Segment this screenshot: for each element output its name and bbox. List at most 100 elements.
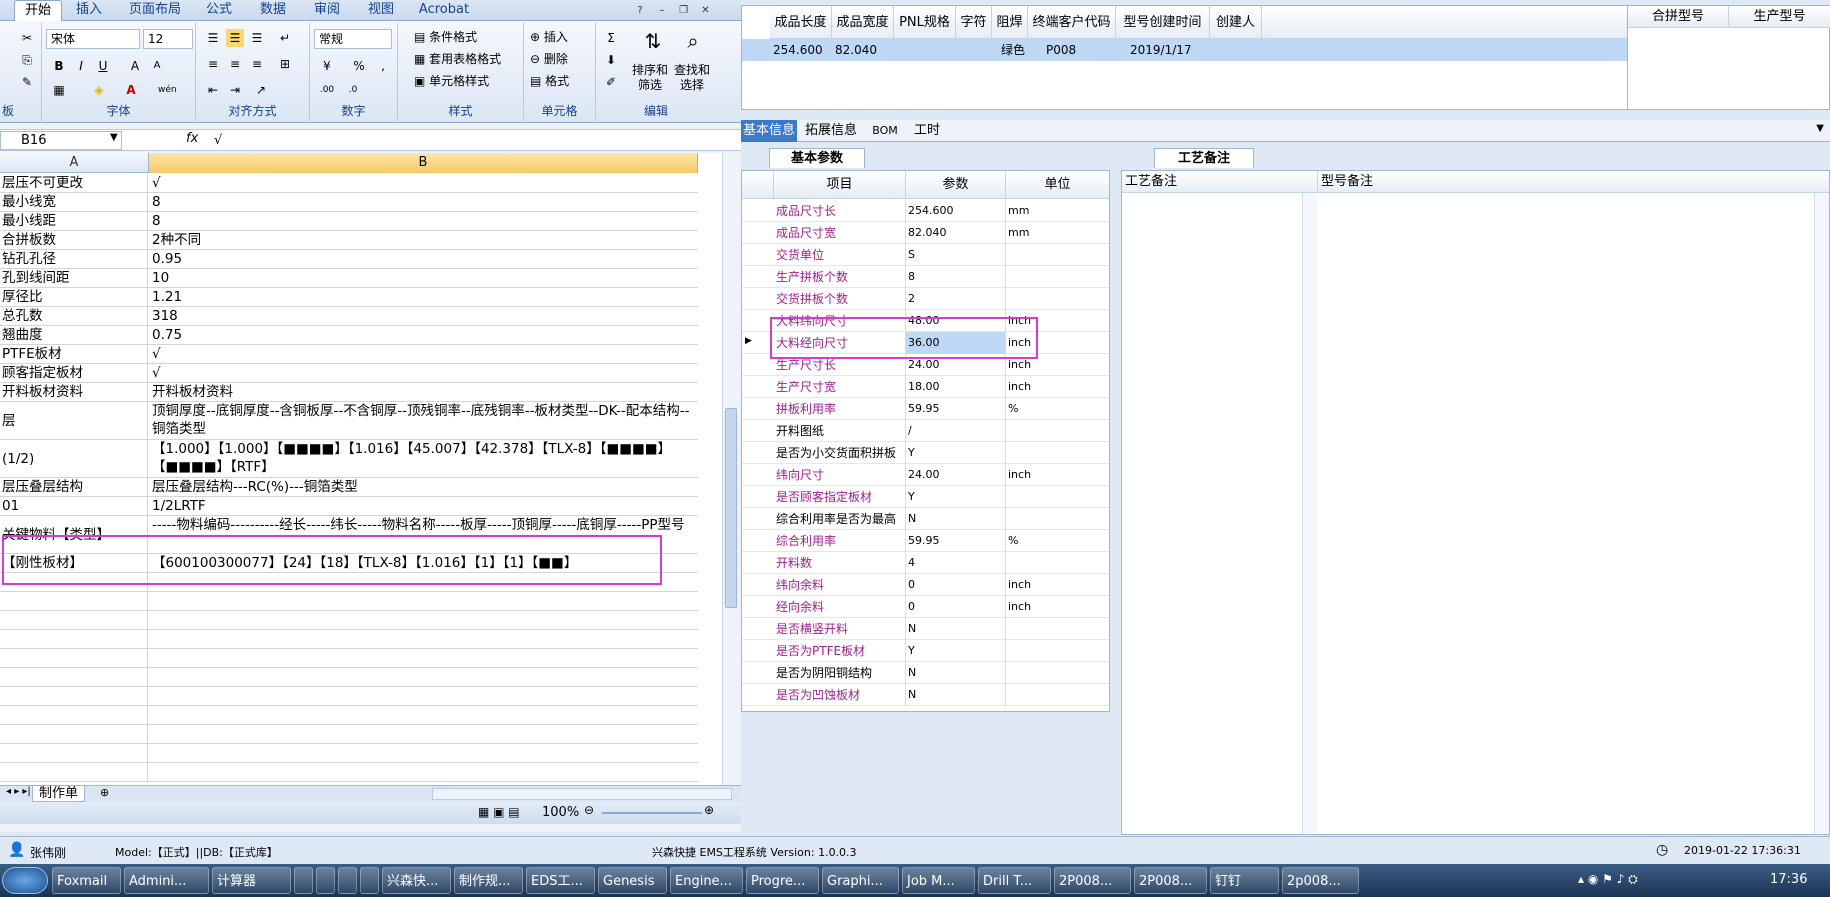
col-finished-length[interactable]: 成品长度 (770, 6, 832, 39)
align-left-icon[interactable]: ≡ (204, 55, 222, 73)
param-value[interactable]: 82.040 (906, 222, 1006, 244)
tab-basic-info[interactable]: 基本信息 (741, 120, 797, 142)
param-row[interactable]: 综合利用率是否为最高 N (742, 508, 1109, 530)
chevron-down-icon[interactable]: ▼ (110, 132, 118, 143)
cell-a[interactable] (0, 687, 148, 705)
table-row[interactable]: 总孔数 318 (0, 307, 698, 326)
format-painter-icon[interactable]: ✎ (18, 73, 36, 91)
table-row[interactable]: 顾客指定板材 √ (0, 364, 698, 383)
cell-a[interactable] (0, 573, 148, 591)
table-row[interactable]: (1/2) 【1.000】【1.000】【■■■■】【1.016】【45.007】… (0, 440, 698, 478)
param-row[interactable]: 成品尺寸宽 82.040 mm (742, 222, 1109, 244)
param-value[interactable]: N (906, 684, 1006, 706)
cell-b[interactable]: 10 (150, 269, 698, 287)
param-row[interactable]: 是否为阴阳铜结构 N (742, 662, 1109, 684)
col-finished-width[interactable]: 成品宽度 (832, 6, 894, 39)
table-format-button[interactable]: ▦ 套用表格格式 (414, 50, 501, 68)
cell-a[interactable]: 总孔数 (0, 307, 148, 325)
cell-a[interactable]: 最小线宽 (0, 193, 148, 211)
param-row[interactable]: 是否横竖开料 N (742, 618, 1109, 640)
empty-row[interactable] (0, 573, 698, 592)
format-cells-button[interactable]: ▤ 格式 (530, 72, 569, 90)
tab-formulas[interactable]: 公式 (198, 0, 240, 21)
cell-a[interactable]: 钻孔孔径 (0, 250, 148, 268)
tab-acrobat[interactable]: Acrobat (414, 0, 474, 21)
taskbar-item[interactable]: Engine... (670, 867, 743, 894)
taskbar-item[interactable]: Graphi... (822, 867, 899, 894)
cell-styles-button[interactable]: ▣ 单元格样式 (414, 72, 489, 90)
scrollbar-thumb[interactable] (725, 408, 737, 608)
column-header-b[interactable]: B (149, 153, 698, 173)
decrease-font-icon[interactable]: A (148, 57, 166, 75)
cell-b[interactable]: √ (150, 364, 698, 382)
tab-process-notes[interactable]: 工艺备注 (1154, 148, 1254, 168)
param-value[interactable]: N (906, 662, 1006, 684)
cell-a[interactable] (0, 611, 148, 629)
cell-a[interactable]: 01 (0, 497, 148, 515)
font-name-dropdown[interactable]: 宋体 (46, 29, 140, 49)
currency-icon[interactable]: ¥ (318, 57, 336, 75)
empty-row[interactable] (0, 744, 698, 763)
cell-b[interactable]: 层压叠层结构---RC(%)---铜箔类型 (150, 478, 698, 496)
tab-work-hours[interactable]: 工时 (909, 120, 945, 142)
tab-page-layout[interactable]: 页面布局 (124, 0, 186, 21)
copy-icon[interactable]: ⎘ (18, 51, 36, 69)
taskbar-item[interactable] (294, 867, 313, 894)
cell-b[interactable]: 2种不同 (150, 231, 698, 249)
param-value[interactable]: 59.95 (906, 398, 1006, 420)
table-row[interactable]: 开料板材资料 开料板材资料 (0, 383, 698, 402)
tab-basic-params[interactable]: 基本参数 (769, 148, 865, 168)
cell-b[interactable]: 【1.000】【1.000】【■■■■】【1.016】【45.007】【42.3… (150, 440, 698, 477)
col-param[interactable]: 参数 (906, 171, 1006, 199)
col-merge-model[interactable]: 合拼型号 (1628, 6, 1729, 28)
taskbar-item[interactable] (360, 867, 379, 894)
borders-icon[interactable]: ▦ (50, 81, 68, 99)
increase-decimal-icon[interactable]: .00 (318, 81, 336, 99)
autosum-icon[interactable]: Σ (602, 29, 620, 47)
cut-icon[interactable]: ✂ (18, 29, 36, 47)
minimize-icon[interactable]: – (653, 4, 671, 19)
function-icon[interactable]: fx (186, 131, 198, 146)
find-select-button[interactable]: 查找和 选择 (674, 63, 710, 93)
table-row[interactable]: 合拼板数 2种不同 (0, 231, 698, 250)
sheet-tab[interactable]: 制作单 (32, 786, 86, 802)
param-row[interactable]: 交货单位 S (742, 244, 1109, 266)
param-value[interactable]: 59.95 (906, 530, 1006, 552)
cell-b[interactable]: 0.95 (150, 250, 698, 268)
close-icon[interactable]: ✕ (696, 4, 714, 19)
bold-icon[interactable]: B (50, 57, 68, 75)
conditional-format-button[interactable]: ▤ 条件格式 (414, 28, 477, 46)
table-row[interactable]: 层顶铜厚度--底铜厚度--含铜板厚--不含铜厚--顶残铜率--底残铜率--板材类… (0, 402, 698, 440)
tab-view[interactable]: 视图 (360, 0, 402, 21)
table-row[interactable]: 【刚性板材】 【600100300077】【24】【18】【TLX-8】【1.01… (0, 554, 698, 573)
taskbar-item[interactable]: 2p008... (1282, 867, 1359, 894)
col-item[interactable]: 项目 (774, 171, 906, 199)
name-box[interactable]: B16 (0, 131, 122, 150)
column-header-a[interactable]: A (0, 153, 149, 173)
formula-input[interactable]: √ (210, 131, 720, 150)
cell-a[interactable]: 【刚性板材】 (0, 554, 148, 572)
col-model-notes[interactable]: 型号备注 (1318, 171, 1829, 193)
taskbar-item[interactable]: EDS工... (526, 867, 595, 894)
cell-a[interactable]: PTFE板材 (0, 345, 148, 363)
taskbar-item[interactable]: Progre... (746, 867, 819, 894)
param-value[interactable]: 36.00 (906, 332, 1006, 354)
table-row[interactable]: 层压叠层结构 层压叠层结构---RC(%)---铜箔类型 (0, 478, 698, 497)
zoom-slider[interactable] (602, 812, 702, 814)
italic-icon[interactable]: I (72, 57, 90, 75)
param-value[interactable]: N (906, 618, 1006, 640)
table-row[interactable]: 翘曲度 0.75 (0, 326, 698, 345)
cell-b[interactable]: √ (150, 174, 698, 192)
param-row[interactable]: 拼板利用率 59.95% (742, 398, 1109, 420)
cell-a[interactable] (0, 592, 148, 610)
taskbar-item[interactable]: 计算器 (212, 867, 291, 894)
param-row[interactable]: 综合利用率 59.95% (742, 530, 1109, 552)
merge-icon[interactable]: ⊞ (276, 55, 294, 73)
decrease-decimal-icon[interactable]: .0 (344, 81, 362, 99)
table-row[interactable]: 孔到线间距 10 (0, 269, 698, 288)
param-row[interactable]: 是否为凹蚀板材 N (742, 684, 1109, 706)
table-row[interactable]: PTFE板材 √ (0, 345, 698, 364)
cell-b[interactable]: 1/2LRTF (150, 497, 698, 515)
tab-data[interactable]: 数据 (252, 0, 294, 21)
cell-a[interactable] (0, 706, 148, 724)
